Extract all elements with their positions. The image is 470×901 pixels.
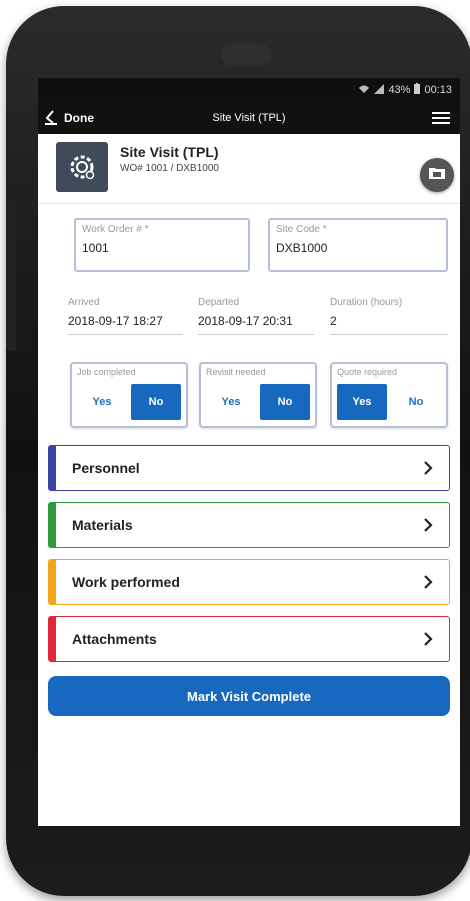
revisit-needed-toggle: Revisit needed Yes No [199, 362, 317, 428]
chevron-right-icon [424, 632, 433, 646]
back-arrow-icon [44, 109, 58, 128]
section-work-performed[interactable]: Work performed [48, 559, 450, 605]
duration-value: 2 [330, 314, 448, 335]
page-subtitle: WO# 1001 / DXB1000 [120, 163, 219, 174]
status-bar: 43% 00:13 [38, 78, 460, 102]
quote-required-no-button[interactable]: No [391, 384, 441, 420]
section-personnel[interactable]: Personnel [48, 445, 450, 491]
duration-label: Duration (hours) [330, 297, 403, 308]
work-order-label: Work Order # * [82, 224, 149, 235]
chevron-right-icon [424, 518, 433, 532]
phone-side-button [6, 201, 16, 351]
header-text: Site Visit (TPL) WO# 1001 / DXB1000 [120, 142, 219, 203]
quote-required-toggle: Quote required Yes No [330, 362, 448, 428]
section-attachments[interactable]: Attachments [48, 616, 450, 662]
signal-icon [374, 83, 385, 97]
phone-speaker [221, 44, 271, 66]
wifi-icon [358, 84, 370, 97]
settings-gear-icon [56, 142, 108, 192]
phone-frame: 43% 00:13 Done Site Visit (TPL) Site Vis… [6, 6, 470, 896]
chevron-right-icon [424, 575, 433, 589]
battery-icon [414, 83, 421, 97]
section-materials[interactable]: Materials [48, 502, 450, 548]
departed-label: Departed [198, 297, 240, 308]
hamburger-menu-icon[interactable] [432, 110, 450, 126]
section-label: Personnel [72, 460, 140, 476]
folder-button[interactable] [420, 158, 454, 192]
toggle-label: Job completed [77, 367, 136, 377]
page-title: Site Visit (TPL) [120, 144, 219, 160]
job-completed-toggle: Job completed Yes No [70, 362, 188, 428]
app-bar-title: Site Visit (TPL) [212, 112, 286, 124]
revisit-needed-yes-button[interactable]: Yes [206, 384, 256, 420]
battery-percent: 43% [388, 84, 411, 96]
departed-value: 2018-09-17 20:31 [198, 314, 314, 335]
chevron-right-icon [424, 461, 433, 475]
revisit-needed-no-button[interactable]: No [260, 384, 310, 420]
folder-icon [429, 166, 445, 184]
arrived-label: Arrived [68, 297, 100, 308]
arrived-field: Arrived 2018-09-17 18:27 [68, 297, 183, 335]
job-completed-yes-button[interactable]: Yes [77, 384, 127, 420]
screen: 43% 00:13 Done Site Visit (TPL) Site Vis… [38, 78, 460, 826]
departed-field: Departed 2018-09-17 20:31 [198, 297, 314, 335]
section-label: Work performed [72, 574, 180, 590]
job-completed-no-button[interactable]: No [131, 384, 181, 420]
site-code-value: DXB1000 [276, 241, 328, 255]
section-label: Materials [72, 517, 133, 533]
work-order-field[interactable]: Work Order # * 1001 [74, 218, 250, 272]
clock: 00:13 [424, 84, 452, 96]
record-header: Site Visit (TPL) WO# 1001 / DXB1000 [38, 134, 460, 204]
duration-field: Duration (hours) 2 [330, 297, 448, 335]
site-code-label: Site Code * [276, 224, 327, 235]
done-label: Done [64, 111, 94, 125]
toggle-label: Revisit needed [206, 367, 266, 377]
site-code-field[interactable]: Site Code * DXB1000 [268, 218, 448, 272]
arrived-value: 2018-09-17 18:27 [68, 314, 183, 335]
work-order-value: 1001 [82, 241, 109, 255]
app-bar: Done Site Visit (TPL) [38, 102, 460, 134]
mark-visit-complete-button[interactable]: Mark Visit Complete [48, 676, 450, 716]
done-button[interactable]: Done [44, 109, 94, 128]
section-label: Attachments [72, 631, 157, 647]
quote-required-yes-button[interactable]: Yes [337, 384, 387, 420]
toggle-label: Quote required [337, 367, 398, 377]
